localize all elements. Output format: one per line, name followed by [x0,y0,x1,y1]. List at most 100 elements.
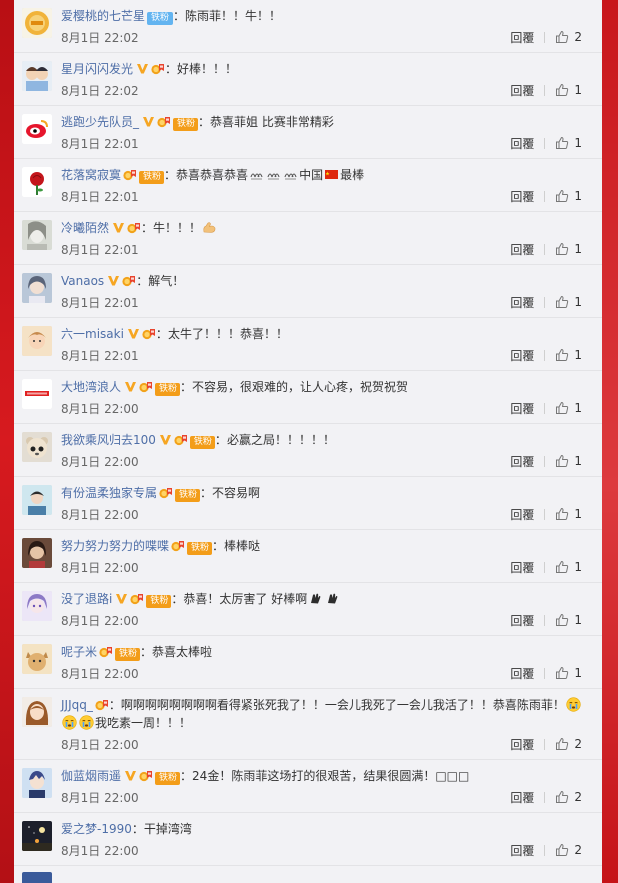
like-button[interactable]: 1 [555,242,582,256]
member-medal-icon [130,593,144,605]
reply-button[interactable]: 回覆 [510,400,534,417]
action-divider [544,137,546,149]
like-button[interactable]: 2 [555,30,582,44]
colon-separator: ： [131,822,144,836]
comment-username-link[interactable]: 六一misaki [61,327,124,341]
reply-button[interactable]: 回覆 [510,188,534,205]
red-rose-avatar[interactable] [22,167,52,197]
sketch-portrait-avatar[interactable] [22,220,52,250]
comment-body-text: 太牛了！！！恭喜！！ [167,327,288,341]
reply-button[interactable]: 回覆 [510,135,534,152]
member-medal-icon [99,646,113,658]
like-button[interactable]: 2 [555,737,582,751]
comment-item: Vanaos ：解气！ 8月1日 22:01 回覆 1 [14,265,602,318]
comment-username-link[interactable]: 爱之梦-1990 [61,822,132,836]
reply-button[interactable]: 回覆 [510,241,534,258]
comment-item: 伽蓝烟雨遥 铁粉 ：24金！陈雨菲这场打的很艰苦，结果很圆满！□□□ 8月1日 22:… [14,760,602,813]
reply-button[interactable]: 回覆 [510,559,534,576]
like-button[interactable]: 1 [555,560,582,574]
comment-username-link[interactable]: Vanaos [61,274,104,288]
comment-username-link[interactable]: 有份温柔独家专属 [61,486,157,500]
anime-boy-avatar[interactable] [22,768,52,798]
like-button[interactable]: 1 [555,189,582,203]
reply-button[interactable]: 回覆 [510,29,534,46]
fan-badge: 铁粉 [155,383,181,396]
text-logo-avatar[interactable] [22,379,52,409]
dark-portrait-avatar[interactable] [22,538,52,568]
page-background-left [0,0,14,883]
member-medal-icon [174,434,188,446]
like-button[interactable]: 1 [555,613,582,627]
comment-username-link[interactable]: 伽蓝烟雨遥 [61,769,121,783]
like-button[interactable]: 1 [555,454,582,468]
boy-portrait-avatar[interactable] [22,485,52,515]
comment-username-link[interactable]: 星月闪闪发光 [61,62,133,76]
orange-circle-logo-avatar[interactable] [22,8,52,38]
colon-separator: ： [164,168,177,182]
partial-avatar [22,872,52,883]
like-button[interactable]: 2 [555,843,582,857]
reply-button[interactable]: 回覆 [510,294,534,311]
comment-username-link[interactable]: 花落窝寂寞 [61,168,121,182]
comment-username-link[interactable]: 努力努力努力的喋喋 [61,539,169,553]
like-button[interactable]: 1 [555,83,582,97]
couple-cartoon-avatar[interactable] [22,61,52,91]
like-button[interactable]: 1 [555,507,582,521]
action-divider [544,844,546,856]
like-button[interactable]: 1 [555,295,582,309]
like-button[interactable]: 1 [555,136,582,150]
cheer-emoji [266,167,281,182]
comment-username-link[interactable]: JJJqq_ [61,698,93,712]
comment-body-text: 棒棒哒 [224,539,261,553]
member-medal-icon [95,699,109,711]
reply-button[interactable]: 回覆 [510,453,534,470]
like-count: 1 [574,348,582,362]
comment-actions: 回覆 1 [510,241,582,257]
weibo-logo-avatar[interactable] [22,114,52,144]
comment-username-link[interactable]: 逃跑少先队员_ [61,115,139,129]
comment-timestamp: 8月1日 22:01 [61,137,139,151]
like-button[interactable]: 2 [555,790,582,804]
like-button[interactable]: 1 [555,348,582,362]
reply-button[interactable]: 回覆 [510,347,534,364]
comment-text-line: 有份温柔独家专属 铁粉 ：不容易啊 [61,484,590,502]
night-sky-avatar[interactable] [22,821,52,851]
purple-anime-avatar[interactable] [22,591,52,621]
fan-badge: 铁粉 [115,648,141,661]
comment-username-link[interactable]: 没了退路i [61,592,112,606]
brown-hair-girl-avatar[interactable] [22,697,52,727]
like-count: 2 [574,843,582,857]
comment-username-link[interactable]: 呢子米 [61,645,97,659]
comment-timestamp: 8月1日 22:01 [61,243,139,257]
thumbs-up-icon [555,401,574,415]
like-button[interactable]: 1 [555,401,582,415]
like-count: 1 [574,295,582,309]
comment-username-link[interactable]: 大地湾浪人 [61,380,121,394]
reply-button[interactable]: 回覆 [510,789,534,806]
cry-emoji [566,697,581,712]
thumbs-up-icon [555,843,574,857]
reply-button[interactable]: 回覆 [510,82,534,99]
action-divider [544,791,546,803]
like-button[interactable]: 1 [555,666,582,680]
comment-item: 努力努力努力的喋喋 铁粉 ：棒棒哒 8月1日 22:00 回覆 1 [14,530,602,583]
reply-button[interactable]: 回覆 [510,665,534,682]
like-count: 1 [574,189,582,203]
like-count: 1 [574,613,582,627]
anime-girl-avatar[interactable] [22,273,52,303]
comment-body-text: 恭喜！太厉害了 好棒啊 [183,592,308,606]
reply-button[interactable]: 回覆 [510,842,534,859]
colon-separator: ： [180,769,193,783]
reply-button[interactable]: 回覆 [510,506,534,523]
comment-username-link[interactable]: 我欲乘风归去100 [61,433,156,447]
bear-avatar[interactable] [22,432,52,462]
comment-username-link[interactable]: 爱樱桃的七芒星 [61,9,145,23]
thumbs-up-icon [555,790,574,804]
cartoon-cat-avatar[interactable] [22,644,52,674]
reply-button[interactable]: 回覆 [510,736,534,753]
reply-button[interactable]: 回覆 [510,612,534,629]
pink-character-avatar[interactable] [22,326,52,356]
fan-badge: 铁粉 [187,542,213,555]
comment-username-link[interactable]: 冷曦陌然 [61,221,109,235]
comment-actions: 回覆 1 [510,188,582,204]
